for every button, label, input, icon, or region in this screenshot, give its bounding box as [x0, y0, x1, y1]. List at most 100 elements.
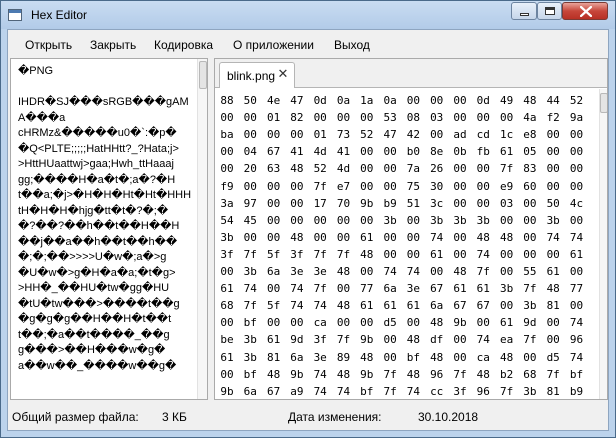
hex-byte[interactable]: 00 [450, 331, 470, 348]
hex-byte[interactable]: 00 [450, 92, 470, 109]
text-view-scrollbar[interactable] [197, 59, 207, 399]
hex-byte[interactable]: 3e [287, 263, 307, 280]
hex-byte[interactable]: 00 [380, 246, 400, 263]
hex-byte[interactable]: 00 [403, 314, 423, 331]
hex-byte[interactable]: 00 [450, 178, 470, 195]
menu-exit[interactable]: Выход [334, 38, 370, 52]
hex-grid[interactable]: 88 50 4e 47 0d 0a 1a 0a 00 00 00 0d 49 48 44 52 00 00 01 82… [215, 89, 599, 399]
hex-byte[interactable]: 00 [403, 229, 423, 246]
hex-byte[interactable]: 7f [334, 246, 354, 263]
hex-byte[interactable]: 00 [240, 229, 260, 246]
hex-byte[interactable]: 74 [310, 297, 330, 314]
hex-byte[interactable]: 00 [240, 109, 260, 126]
hex-byte[interactable]: 26 [427, 160, 447, 177]
hex-byte[interactable]: 00 [357, 143, 377, 160]
hex-byte[interactable]: 5f [264, 246, 284, 263]
hex-byte[interactable]: 60 [520, 178, 540, 195]
hex-byte[interactable]: bf [403, 349, 423, 366]
hex-byte[interactable]: 00 [427, 263, 447, 280]
hex-byte[interactable]: ea [497, 331, 517, 348]
hex-byte[interactable]: bf [240, 366, 260, 383]
menu-about[interactable]: О приложении [233, 38, 314, 52]
hex-byte[interactable]: 00 [543, 126, 563, 143]
hex-byte[interactable]: 00 [357, 263, 377, 280]
hex-byte[interactable]: 00 [287, 212, 307, 229]
hex-byte[interactable]: 47 [287, 92, 307, 109]
hex-byte[interactable]: 00 [380, 143, 400, 160]
hex-byte[interactable]: 88 [217, 92, 237, 109]
hex-byte[interactable]: 00 [357, 109, 377, 126]
hex-byte[interactable]: 42 [403, 126, 423, 143]
hex-byte[interactable]: 48 [520, 92, 540, 109]
hex-byte[interactable]: 3f [310, 331, 330, 348]
hex-byte[interactable]: 48 [543, 280, 563, 297]
hex-byte[interactable]: 4d [310, 143, 330, 160]
hex-byte[interactable]: 48 [264, 366, 284, 383]
hex-byte[interactable]: 7f [310, 280, 330, 297]
hex-byte[interactable]: 00 [567, 297, 587, 314]
hex-byte[interactable]: 00 [310, 229, 330, 246]
hex-byte[interactable]: 00 [334, 229, 354, 246]
hex-byte[interactable]: 61 [380, 297, 400, 314]
hex-byte[interactable]: 9b [357, 366, 377, 383]
hex-byte[interactable]: 74 [287, 280, 307, 297]
hex-byte[interactable]: 61 [427, 246, 447, 263]
hex-byte[interactable]: 00 [520, 246, 540, 263]
hex-byte[interactable]: 61 [217, 280, 237, 297]
hex-byte[interactable]: 55 [520, 263, 540, 280]
hex-byte[interactable]: 00 [427, 126, 447, 143]
hex-byte[interactable]: 61 [357, 297, 377, 314]
hex-byte[interactable]: 7f [240, 297, 260, 314]
hex-view-scroll-thumb[interactable] [600, 93, 607, 113]
hex-byte[interactable]: 00 [287, 314, 307, 331]
hex-byte[interactable]: 67 [264, 383, 284, 399]
hex-byte[interactable]: 45 [240, 212, 260, 229]
hex-byte[interactable]: 3f [287, 246, 307, 263]
hex-byte[interactable]: 75 [403, 178, 423, 195]
hex-byte[interactable]: 74 [473, 331, 493, 348]
hex-byte[interactable]: 3e [310, 263, 330, 280]
hex-byte[interactable]: 7f [450, 366, 470, 383]
hex-byte[interactable]: 61 [543, 263, 563, 280]
hex-byte[interactable]: 00 [450, 109, 470, 126]
hex-byte[interactable]: 48 [450, 263, 470, 280]
hex-byte[interactable]: 01 [264, 109, 284, 126]
hex-byte[interactable]: 0a [334, 92, 354, 109]
hex-byte[interactable]: 00 [520, 212, 540, 229]
hex-byte[interactable]: 48 [427, 349, 447, 366]
hex-byte[interactable]: 4e [264, 92, 284, 109]
hex-byte[interactable]: 00 [567, 160, 587, 177]
hex-byte[interactable]: 3f [217, 246, 237, 263]
hex-byte[interactable]: 3b [450, 212, 470, 229]
hex-byte[interactable]: 48 [287, 229, 307, 246]
hex-byte[interactable]: 00 [450, 229, 470, 246]
hex-byte[interactable]: 61 [567, 246, 587, 263]
hex-byte[interactable]: 00 [380, 178, 400, 195]
hex-byte[interactable]: 9b [217, 383, 237, 399]
hex-byte[interactable]: 7f [497, 383, 517, 399]
hex-byte[interactable]: 9b [287, 366, 307, 383]
hex-byte[interactable]: 00 [450, 246, 470, 263]
hex-byte[interactable]: 00 [473, 178, 493, 195]
hex-byte[interactable]: 97 [240, 195, 260, 212]
hex-byte[interactable]: 74 [403, 263, 423, 280]
hex-byte[interactable]: bf [567, 366, 587, 383]
hex-byte[interactable]: 00 [334, 280, 354, 297]
hex-byte[interactable]: 67 [264, 143, 284, 160]
hex-view-pane[interactable]: blink.png ✕ 88 50 4e 47 0d 0a 1a 0a 00 00 00 0d 49 48… [214, 58, 608, 400]
hex-byte[interactable]: 00 [240, 126, 260, 143]
hex-byte[interactable]: 3b [497, 280, 517, 297]
hex-byte[interactable]: ba [217, 126, 237, 143]
hex-byte[interactable]: 3b [520, 297, 540, 314]
hex-byte[interactable]: 17 [310, 195, 330, 212]
hex-byte[interactable]: 6a [264, 263, 284, 280]
hex-byte[interactable]: 4a [520, 109, 540, 126]
hex-byte[interactable]: 20 [240, 160, 260, 177]
hex-byte[interactable]: d5 [543, 349, 563, 366]
hex-byte[interactable]: 1a [357, 92, 377, 109]
hex-byte[interactable]: 00 [497, 246, 517, 263]
hex-byte[interactable]: 67 [427, 280, 447, 297]
hex-byte[interactable]: 81 [543, 297, 563, 314]
hex-byte[interactable]: bf [240, 314, 260, 331]
hex-byte[interactable]: 61 [357, 229, 377, 246]
